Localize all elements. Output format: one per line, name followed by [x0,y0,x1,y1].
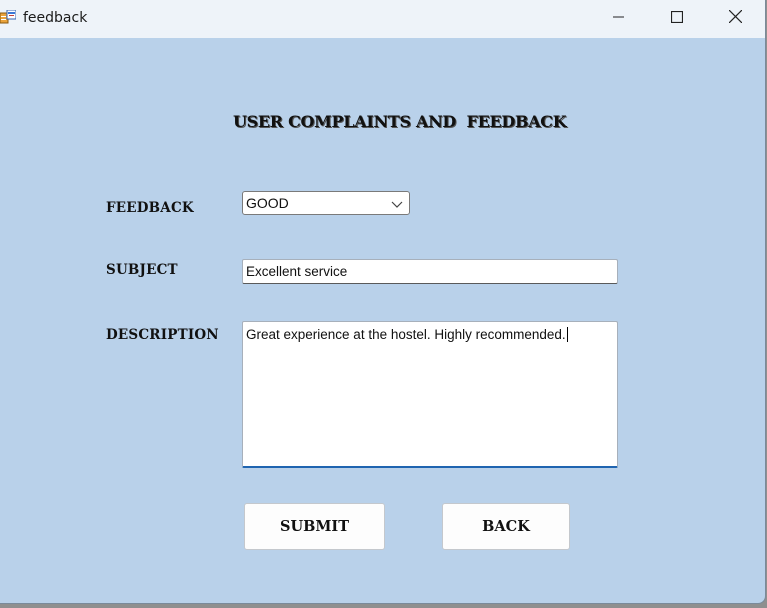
maximize-icon [670,10,684,28]
chevron-down-icon[interactable] [389,196,405,212]
subject-input-value: Excellent service [246,264,348,279]
description-label: DESCRIPTION [106,327,219,343]
feedback-dropdown[interactable]: GOOD [242,191,410,215]
title-bar[interactable]: feedback [0,0,765,38]
app-form-icon [0,9,17,26]
feedback-dropdown-value: GOOD [246,195,289,211]
subject-label: SUBJECT [106,262,178,278]
feedback-window: feedback USER COMPLAINTS AND FEEDBACK FE… [0,0,766,604]
back-button[interactable]: BACK [442,503,570,550]
minimize-icon [613,10,625,28]
description-text: Great experience at the hostel. Highly r… [246,327,568,342]
feedback-label: FEEDBACK [106,200,194,216]
maximize-button[interactable] [648,0,706,38]
window-title: feedback [23,10,88,26]
form-heading: USER COMPLAINTS AND FEEDBACK [233,112,567,131]
close-button[interactable] [706,0,764,38]
close-icon [728,9,742,28]
submit-button[interactable]: SUBMIT [244,503,385,550]
description-textarea[interactable]: Great experience at the hostel. Highly r… [242,321,618,468]
description-textarea-value: Great experience at the hostel. Highly r… [246,327,566,342]
minimize-button[interactable] [590,0,648,38]
text-cursor [566,327,568,342]
subject-input[interactable]: Excellent service [242,259,618,284]
